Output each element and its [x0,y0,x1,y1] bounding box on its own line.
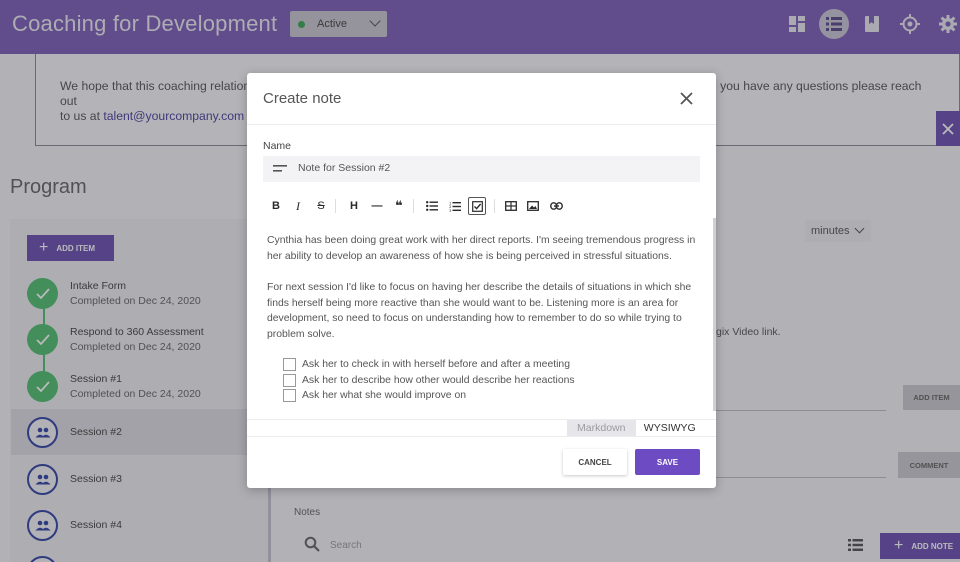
bullet-list-icon [426,201,438,211]
numbered-list-button[interactable]: 123 [446,195,464,217]
toolbar-separator [335,199,336,213]
task-checkbox[interactable] [283,374,296,388]
tab-markdown[interactable]: Markdown [567,420,636,436]
task-item[interactable]: Ask her what she would improve on [283,388,466,404]
link-icon [549,202,563,210]
table-icon [505,201,517,211]
italic-button[interactable]: I [289,195,307,217]
task-checkbox[interactable] [283,389,296,403]
task-text: Ask her to describe how other would desc… [302,375,575,386]
note-name-input[interactable]: Note for Session #2 [263,156,700,182]
editor-mode-tabs: Markdown WYSIWYG [567,420,704,436]
note-paragraph: For next session I'd like to focus on ha… [267,282,692,340]
toolbar-separator [413,199,414,213]
close-icon [679,91,693,105]
heading-button[interactable]: H [345,195,363,217]
dialog-title: Create note [263,90,342,107]
name-label: Name [263,140,292,152]
horizontal-rule-button[interactable]: — [368,195,386,217]
note-paragraph: Cynthia has been doing great work with h… [267,235,696,262]
create-note-dialog: Create note Name Note for Session #2 B I… [247,73,716,488]
cancel-button[interactable]: CANCEL [563,449,627,475]
task-text: Ask her what she would improve on [302,390,467,401]
save-button[interactable]: SAVE [635,449,700,475]
note-name-value: Note for Session #2 [298,162,391,174]
link-button[interactable] [547,195,565,217]
checkbox-icon [471,200,483,212]
task-item[interactable]: Ask her to describe how other would desc… [283,373,575,389]
task-text: Ask her to check in with herself before … [302,359,570,370]
image-button[interactable] [524,195,542,217]
close-dialog-button[interactable] [675,87,697,109]
bold-button[interactable]: B [267,195,285,217]
short-text-icon [273,165,287,172]
table-button[interactable] [502,195,520,217]
checklist-button[interactable] [468,197,486,215]
task-item[interactable]: Ask her to check in with herself before … [283,357,570,373]
image-icon [527,201,539,211]
svg-text:3: 3 [449,207,452,211]
numbered-list-icon: 123 [449,201,461,212]
task-checkbox[interactable] [283,358,296,372]
quote-button[interactable]: ❝ [390,195,408,217]
dialog-footer-divider [247,436,716,437]
tab-wysiwyg[interactable]: WYSIWYG [635,420,704,436]
toolbar-separator [494,199,495,213]
strikethrough-button[interactable]: S [312,195,330,217]
dialog-header-divider [247,124,716,125]
note-editor[interactable]: Cynthia has been doing great work with h… [263,221,709,411]
bullet-list-button[interactable] [423,195,441,217]
editor-scrollbar[interactable] [713,218,716,411]
